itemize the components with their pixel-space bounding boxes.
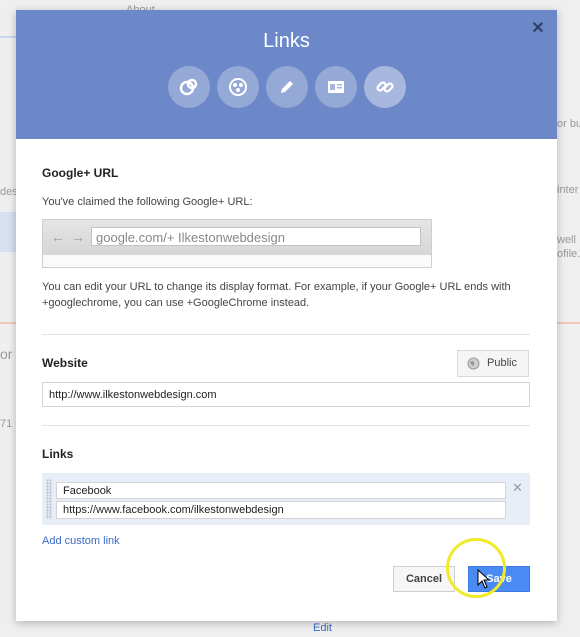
visibility-label: Public [487, 357, 517, 369]
link-url-input[interactable] [56, 501, 506, 519]
drag-handle[interactable] [46, 479, 52, 519]
people-circle-icon[interactable] [217, 66, 259, 108]
back-arrow-icon: ← [51, 229, 65, 245]
links-title: Links [42, 447, 74, 461]
header-icon-row [168, 66, 408, 110]
background-fragment: or bu [557, 118, 580, 130]
background-divider [0, 36, 16, 38]
visibility-button[interactable]: Public [457, 350, 529, 377]
links-dialog: Links ✕ Google+ URL You've claimed the f… [16, 10, 557, 621]
click-highlight-ring [446, 538, 506, 598]
background-edit-link[interactable]: Edit [313, 622, 332, 634]
close-icon[interactable]: ✕ [531, 21, 545, 37]
background-divider [0, 322, 16, 324]
mouse-cursor-icon [477, 569, 491, 589]
section-divider [42, 425, 530, 426]
background-fragment: ofile. [557, 248, 580, 260]
background-fragment: 71 [0, 418, 13, 430]
add-custom-link[interactable]: Add custom link [42, 535, 120, 547]
claimed-url-text: You've claimed the following Google+ URL… [42, 196, 253, 208]
background-highlight [0, 212, 16, 252]
dialog-header: Links ✕ [16, 10, 557, 139]
dialog-title: Links [263, 30, 310, 52]
link-item: ✕ [42, 473, 530, 525]
website-url-input[interactable] [42, 382, 530, 407]
url-help-text-2: +googlechrome, you can use +GoogleChrome… [42, 297, 310, 309]
website-title: Website [42, 356, 88, 370]
pencil-icon[interactable] [266, 66, 308, 108]
background-fragment: or [0, 346, 13, 362]
link-circle-icon[interactable] [168, 66, 210, 108]
section-divider [42, 334, 530, 335]
google-url-field[interactable]: google.com/+ Ilkestonwebdesign [91, 227, 421, 246]
url-preview: ← → google.com/+ Ilkestonwebdesign [42, 219, 432, 268]
chain-link-icon[interactable] [364, 66, 406, 108]
forward-arrow-icon: → [71, 229, 85, 245]
remove-link-icon[interactable]: ✕ [512, 480, 523, 496]
background-fragment: inter [557, 184, 579, 196]
background-divider [557, 322, 580, 324]
url-help-text-1: You can edit your URL to change its disp… [42, 281, 511, 293]
url-preview-bar: ← → google.com/+ Ilkestonwebdesign [43, 220, 431, 255]
globe-icon [467, 357, 480, 370]
background-fragment: well [557, 234, 576, 246]
google-url-title: Google+ URL [42, 166, 119, 180]
card-icon[interactable] [315, 66, 357, 108]
link-label-input[interactable] [56, 482, 506, 499]
